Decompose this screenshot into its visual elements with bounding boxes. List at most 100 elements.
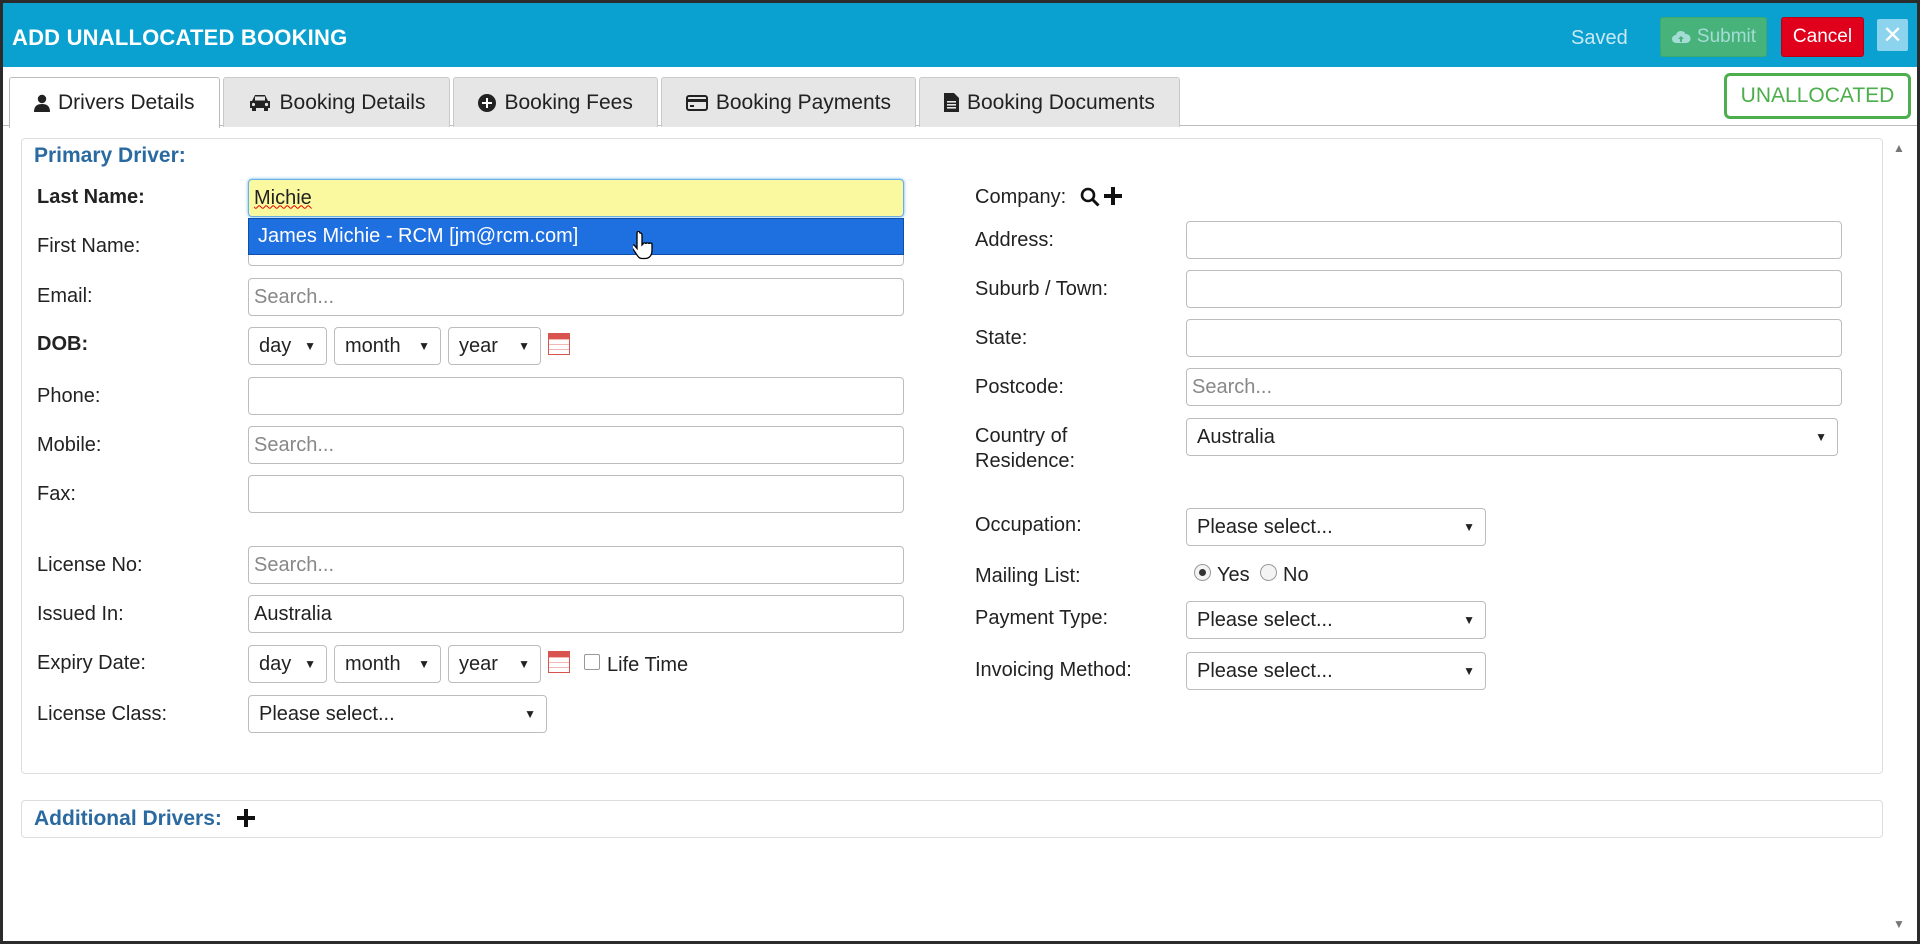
- tab-booking-payments[interactable]: Booking Payments: [660, 77, 916, 127]
- license-no-input[interactable]: Search...: [248, 546, 904, 584]
- license-no-label: License No:: [37, 554, 143, 576]
- expiry-day-value: day: [259, 652, 292, 675]
- suburb-input[interactable]: [1186, 270, 1842, 308]
- phone-input[interactable]: [248, 377, 904, 415]
- fax-label: Fax:: [37, 483, 76, 505]
- saved-status: Saved: [1571, 27, 1628, 49]
- mailing-yes-label: Yes: [1217, 564, 1250, 586]
- calendar-icon[interactable]: [548, 333, 570, 355]
- chevron-down-icon: ▼: [304, 657, 316, 671]
- last-name-label: Last Name:: [37, 186, 145, 208]
- chevron-down-icon: ▼: [418, 339, 430, 353]
- country-label-line2: Residence:: [975, 450, 1076, 472]
- tab-bar: Drivers Details Booking Details Booking …: [9, 77, 1183, 128]
- scroll-up-icon[interactable]: ▲: [1893, 141, 1905, 155]
- life-time-checkbox[interactable]: [584, 654, 600, 670]
- booking-window: ADD UNALLOCATED BOOKING Saved Submit Can…: [0, 0, 1920, 944]
- credit-card-icon: [685, 94, 708, 111]
- invoicing-method-select[interactable]: Please select... ▼: [1186, 652, 1486, 690]
- cloud-upload-icon: [1671, 30, 1691, 43]
- calendar-icon[interactable]: [548, 651, 570, 673]
- life-time-label: Life Time: [607, 654, 689, 676]
- tab-label: Booking Documents: [966, 90, 1155, 114]
- mobile-input[interactable]: Search...: [248, 426, 904, 464]
- vertical-scrollbar[interactable]: ▲ ▼: [1891, 131, 1907, 931]
- chevron-down-icon: ▼: [518, 339, 530, 353]
- scroll-down-icon[interactable]: ▼: [1893, 917, 1905, 931]
- email-label: Email:: [37, 285, 93, 307]
- tab-label: Booking Fees: [504, 90, 633, 114]
- search-icon[interactable]: [1080, 187, 1100, 207]
- mailing-no-radio[interactable]: [1260, 564, 1277, 581]
- invoicing-method-label: Invoicing Method:: [975, 659, 1132, 681]
- dob-year-select[interactable]: year ▼: [448, 327, 541, 365]
- add-driver-icon[interactable]: [237, 809, 255, 827]
- expiry-month-value: month: [345, 652, 401, 675]
- chevron-down-icon: ▼: [418, 657, 430, 671]
- chevron-down-icon: ▼: [1463, 520, 1475, 534]
- document-icon: [943, 93, 959, 112]
- expiry-date-label: Expiry Date:: [37, 652, 146, 674]
- plus-circle-icon: [478, 93, 497, 112]
- tab-drivers-details[interactable]: Drivers Details: [9, 77, 220, 128]
- dob-year-value: year: [459, 334, 498, 357]
- tab-booking-documents[interactable]: Booking Documents: [918, 77, 1180, 127]
- tab-booking-fees[interactable]: Booking Fees: [453, 77, 658, 127]
- dob-month-select[interactable]: month ▼: [334, 327, 441, 365]
- autocomplete-suggestion[interactable]: James Michie - RCM [jm@rcm.com]: [248, 218, 904, 255]
- cancel-button[interactable]: Cancel: [1781, 17, 1864, 57]
- occupation-select[interactable]: Please select... ▼: [1186, 508, 1486, 546]
- expiry-day-select[interactable]: day ▼: [248, 645, 327, 683]
- tab-label: Drivers Details: [58, 91, 195, 114]
- mailing-no-label: No: [1283, 564, 1309, 586]
- payment-type-value: Please select...: [1197, 608, 1333, 631]
- payment-type-select[interactable]: Please select... ▼: [1186, 601, 1486, 639]
- state-input[interactable]: [1186, 319, 1842, 357]
- chevron-down-icon: ▼: [518, 657, 530, 671]
- dob-day-value: day: [259, 334, 292, 357]
- additional-drivers-title: Additional Drivers:: [34, 807, 222, 830]
- header-bar: ADD UNALLOCATED BOOKING Saved Submit Can…: [3, 3, 1917, 67]
- country-select[interactable]: Australia ▼: [1186, 418, 1838, 456]
- chevron-down-icon: ▼: [304, 339, 316, 353]
- occupation-label: Occupation:: [975, 514, 1082, 536]
- issued-in-input[interactable]: Australia: [248, 595, 904, 633]
- expiry-month-select[interactable]: month ▼: [334, 645, 441, 683]
- primary-driver-title: Primary Driver:: [34, 144, 186, 167]
- car-icon: [249, 94, 270, 111]
- invoicing-method-value: Please select...: [1197, 659, 1333, 682]
- dob-label: DOB:: [37, 333, 89, 355]
- mobile-label: Mobile:: [37, 434, 102, 456]
- chevron-down-icon: ▼: [1815, 430, 1827, 444]
- chevron-down-icon: ▼: [524, 707, 536, 721]
- postcode-input[interactable]: Search...: [1186, 368, 1842, 406]
- add-icon[interactable]: [1104, 187, 1122, 205]
- issued-in-label: Issued In:: [37, 603, 124, 625]
- first-name-label: First Name:: [37, 235, 141, 257]
- tab-label: Booking Details: [279, 90, 426, 114]
- status-badge: UNALLOCATED: [1724, 73, 1911, 119]
- submit-button[interactable]: Submit: [1660, 17, 1767, 57]
- expiry-year-select[interactable]: year ▼: [448, 645, 541, 683]
- tab-booking-details[interactable]: Booking Details: [222, 77, 451, 127]
- license-class-select[interactable]: Please select... ▼: [248, 695, 547, 733]
- close-icon[interactable]: ✕: [1877, 19, 1908, 51]
- submit-label: Submit: [1696, 26, 1757, 47]
- expiry-year-value: year: [459, 652, 498, 675]
- mailing-yes-radio[interactable]: [1194, 564, 1211, 581]
- country-value: Australia: [1197, 425, 1275, 448]
- chevron-down-icon: ▼: [1463, 664, 1475, 678]
- fax-input[interactable]: [248, 475, 904, 513]
- email-input[interactable]: Search...: [248, 278, 904, 316]
- suburb-label: Suburb / Town:: [975, 278, 1109, 300]
- occupation-value: Please select...: [1197, 515, 1333, 538]
- hand-pointer-icon: [633, 231, 653, 260]
- last-name-input[interactable]: Michie: [248, 179, 904, 217]
- dob-day-select[interactable]: day ▼: [248, 327, 327, 365]
- country-label-line1: Country of: [975, 425, 1068, 447]
- mailing-list-label: Mailing List:: [975, 565, 1081, 587]
- postcode-label: Postcode:: [975, 376, 1064, 398]
- chevron-down-icon: ▼: [1463, 613, 1475, 627]
- last-name-value: Michie: [254, 186, 312, 209]
- address-input[interactable]: [1186, 221, 1842, 259]
